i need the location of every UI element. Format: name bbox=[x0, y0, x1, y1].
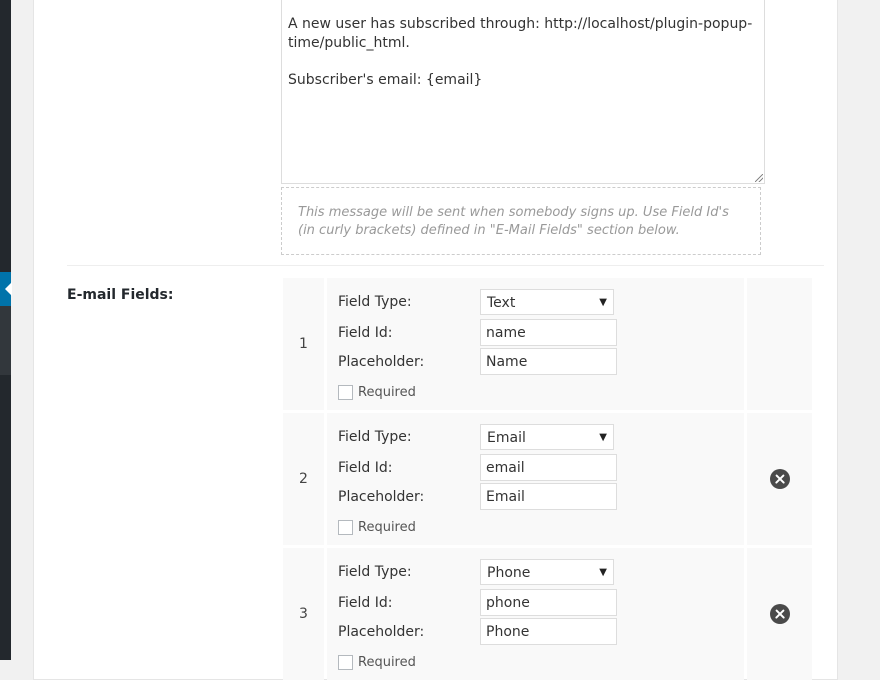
resize-handle[interactable] bbox=[755, 174, 763, 182]
placeholder-label: Placeholder: bbox=[338, 624, 425, 640]
required-label: Required bbox=[358, 385, 416, 400]
row-body: Field Type: Email ▼ Field Id: email Plac… bbox=[327, 413, 744, 545]
required-checkbox[interactable] bbox=[338, 655, 353, 670]
placeholder-input[interactable]: Name bbox=[480, 348, 617, 375]
row-actions bbox=[747, 548, 812, 680]
caret-down-icon: ▼ bbox=[599, 297, 607, 308]
field-id-input[interactable]: name bbox=[480, 319, 617, 346]
field-type-select[interactable]: Text ▼ bbox=[480, 289, 614, 315]
field-type-label: Field Type: bbox=[338, 564, 412, 580]
row-body: Field Type: Text ▼ Field Id: name Placeh… bbox=[327, 278, 744, 410]
placeholder-label: Placeholder: bbox=[338, 489, 425, 505]
field-type-value: Text bbox=[487, 295, 516, 311]
email-field-row: 1 Field Type: Text ▼ Field Id: name Plac… bbox=[283, 278, 812, 410]
required-checkbox[interactable] bbox=[338, 385, 353, 400]
field-id-input[interactable]: email bbox=[480, 454, 617, 481]
field-id-input[interactable]: phone bbox=[480, 589, 617, 616]
caret-down-icon: ▼ bbox=[599, 432, 607, 443]
message-line-1: A new user has subscribed through: http:… bbox=[288, 16, 753, 51]
row-number: 2 bbox=[283, 413, 324, 545]
placeholder-label: Placeholder: bbox=[338, 354, 425, 370]
email-field-row: 3 Field Type: Phone ▼ Field Id: phone Pl… bbox=[283, 548, 812, 680]
notification-message-textarea[interactable]: A new user has subscribed through: http:… bbox=[281, 0, 765, 184]
close-circle-icon[interactable] bbox=[769, 469, 790, 489]
row-number: 3 bbox=[283, 548, 324, 680]
row-number: 1 bbox=[283, 278, 324, 410]
placeholder-input[interactable]: Phone bbox=[480, 618, 617, 645]
help-note: This message will be sent when somebody … bbox=[281, 187, 761, 255]
row-body: Field Type: Phone ▼ Field Id: phone Plac… bbox=[327, 548, 744, 680]
field-type-value: Phone bbox=[487, 565, 531, 581]
admin-sidebar-submenu bbox=[0, 305, 11, 375]
close-circle-icon[interactable] bbox=[769, 604, 790, 624]
field-type-value: Email bbox=[487, 430, 526, 446]
field-type-select[interactable]: Email ▼ bbox=[480, 424, 614, 450]
email-field-row: 2 Field Type: Email ▼ Field Id: email Pl… bbox=[283, 413, 812, 545]
row-actions bbox=[747, 278, 812, 410]
email-fields-label: E-mail Fields: bbox=[67, 287, 174, 303]
placeholder-input[interactable]: Email bbox=[480, 483, 617, 510]
field-id-label: Field Id: bbox=[338, 460, 393, 476]
row-actions bbox=[747, 413, 812, 545]
caret-down-icon: ▼ bbox=[599, 567, 607, 578]
required-label: Required bbox=[358, 655, 416, 670]
section-divider bbox=[67, 265, 824, 266]
menu-arrow-icon bbox=[5, 282, 12, 296]
required-checkbox[interactable] bbox=[338, 520, 353, 535]
message-line-2: Subscriber's email: {email} bbox=[288, 72, 483, 88]
field-type-select[interactable]: Phone ▼ bbox=[480, 559, 614, 585]
field-type-label: Field Type: bbox=[338, 294, 412, 310]
required-label: Required bbox=[358, 520, 416, 535]
field-id-label: Field Id: bbox=[338, 325, 393, 341]
field-id-label: Field Id: bbox=[338, 595, 393, 611]
field-type-label: Field Type: bbox=[338, 429, 412, 445]
